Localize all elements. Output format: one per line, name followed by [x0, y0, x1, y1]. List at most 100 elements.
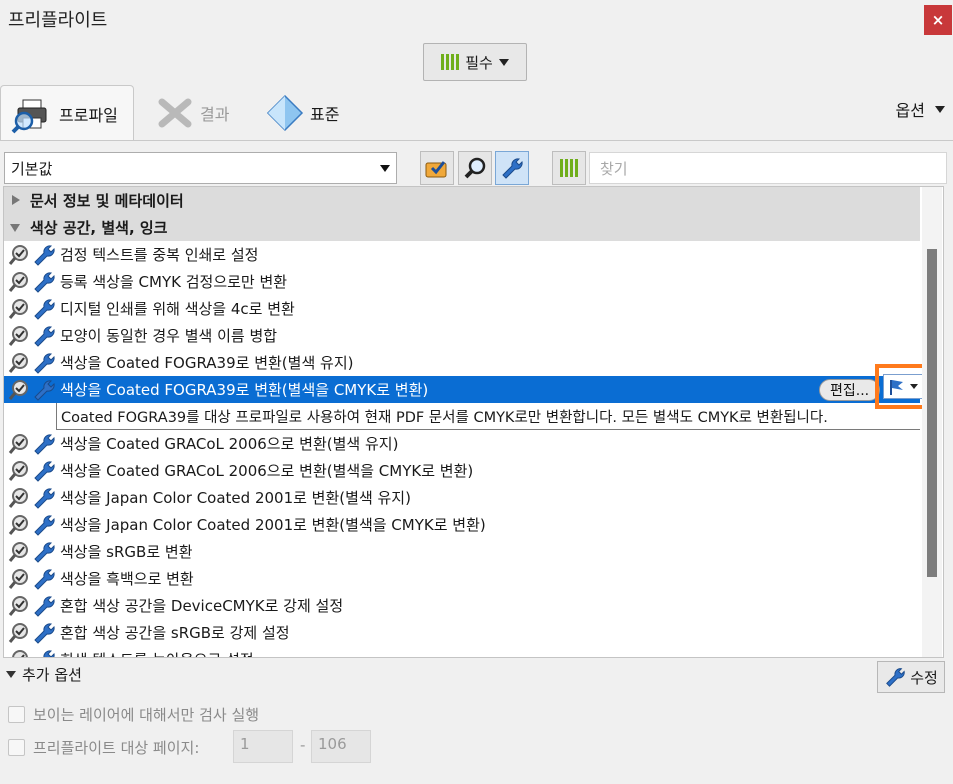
row-icons — [4, 324, 60, 348]
range-dash: - — [300, 736, 306, 754]
check-magnifier-icon — [8, 379, 28, 400]
check-magnifier-icon — [8, 595, 28, 616]
row-label: 색상을 sRGB로 변환 — [60, 543, 193, 561]
printer-magnifier-icon — [11, 99, 47, 133]
show-checks-button[interactable] — [458, 151, 492, 185]
list-item[interactable]: 혼합 색상 공간을 sRGB로 강제 설정 — [4, 619, 920, 646]
show-fixups-button[interactable] — [495, 151, 529, 185]
profile-select-value: 기본값 — [11, 160, 53, 178]
row-icons — [4, 648, 60, 657]
edit-button[interactable]: 편집... — [819, 379, 881, 401]
row-label: 디지털 인쇄를 위해 색상을 4c로 변환 — [60, 300, 295, 318]
row-label: 혼합 색상 공간을 DeviceCMYK로 강제 설정 — [60, 597, 344, 615]
row-icons — [4, 567, 60, 591]
chevron-down-icon — [935, 105, 945, 113]
fixup-list: 문서 정보 및 메타데이터 색상 공간, 별색, 잉크 검정 텍스트를 중복 인… — [3, 186, 944, 658]
list-item[interactable]: 색상을 Coated GRACoL 2006으로 변환(별색을 CMYK로 변환… — [4, 457, 920, 484]
list-item[interactable]: 모양이 동일한 경우 별색 이름 병합 — [4, 322, 920, 349]
wrench-icon — [34, 352, 55, 374]
fix-button[interactable]: 수정 — [877, 661, 945, 693]
check-magnifier-icon — [8, 568, 28, 589]
wrench-icon — [34, 271, 55, 293]
chevron-down-icon — [380, 165, 390, 172]
page-from-input[interactable]: 1 — [233, 730, 293, 763]
wrench-icon — [34, 325, 55, 347]
group-document-info[interactable]: 문서 정보 및 메타데이터 — [4, 187, 920, 214]
tab-profiles[interactable]: 프로파일 — [0, 85, 134, 141]
divider — [0, 140, 953, 141]
check-magnifier-icon — [8, 541, 28, 562]
list-item[interactable]: 디지털 인쇄를 위해 색상을 4c로 변환 — [4, 295, 920, 322]
row-label: 색상을 Coated GRACoL 2006으로 변환(별색 유지) — [60, 435, 399, 453]
list-item[interactable]: 색상을 sRGB로 변환 — [4, 538, 920, 565]
row-icons — [4, 270, 60, 294]
wrench-icon — [34, 460, 55, 482]
profile-library-select[interactable]: 기본값 — [4, 152, 397, 184]
scrollbar-thumb[interactable] — [927, 249, 937, 577]
row-icons — [4, 486, 60, 510]
row-icons — [4, 540, 60, 564]
group-color-spaces[interactable]: 색상 공간, 별색, 잉크 — [4, 214, 920, 241]
tab-standards[interactable]: 표준 — [256, 85, 349, 141]
list-item-selected[interactable]: 색상을 Coated FOGRA39로 변환(별색을 CMYK로 변환) 편집.… — [4, 364, 930, 409]
wrench-icon — [34, 541, 55, 563]
row-icons — [4, 432, 60, 456]
row-icons — [4, 378, 60, 402]
check-magnifier-icon — [8, 433, 28, 454]
visible-layers-option[interactable]: 보이는 레이어에 대해서만 검사 실행 — [8, 704, 259, 725]
options-label: 옵션 — [895, 101, 925, 120]
list-item[interactable]: 색상을 Japan Color Coated 2001로 변환(별색 유지) — [4, 484, 920, 511]
options-menu[interactable]: 옵션 — [896, 97, 945, 121]
close-button[interactable]: × — [924, 5, 952, 35]
library-bars-icon — [441, 54, 460, 70]
profile-toolbar: 기본값 찾기 — [0, 150, 953, 188]
wrench-icon — [34, 487, 55, 509]
more-options-toggle[interactable]: 추가 옵션 — [6, 664, 82, 685]
list-item[interactable]: 색상을 Japan Color Coated 2001로 변환(별색을 CMYK… — [4, 511, 920, 538]
folder-check-icon — [425, 161, 447, 178]
library-bars-icon — [560, 159, 578, 177]
row-label: 색상을 Coated FOGRA39로 변환(별색 유지) — [60, 354, 354, 372]
list-item[interactable]: 색상을 Coated FOGRA39로 변환(별색 유지) — [4, 349, 920, 376]
wrench-icon — [502, 158, 523, 179]
list-item[interactable]: 등록 색상을 CMYK 검정으로만 변환 — [4, 268, 920, 295]
wrench-icon — [886, 668, 905, 687]
wrench-icon — [34, 244, 55, 266]
visible-layers-checkbox[interactable] — [8, 706, 25, 723]
check-magnifier-icon — [8, 487, 28, 508]
check-magnifier-icon — [8, 244, 28, 265]
search-input[interactable]: 찾기 — [589, 152, 947, 184]
essentials-dropdown[interactable]: 필수 — [423, 43, 527, 81]
check-magnifier-icon — [8, 460, 28, 481]
list-item[interactable]: 색상을 흑백으로 변환 — [4, 565, 920, 592]
list-item[interactable]: 희색 텍스트를 녹아웃으로 설정 — [4, 646, 920, 657]
list-item[interactable]: 검정 텍스트를 중복 인쇄로 설정 — [4, 241, 920, 268]
select-by-icon-button[interactable] — [420, 151, 454, 185]
group-label: 색상 공간, 별색, 잉크 — [30, 219, 168, 237]
tab-standards-label: 표준 — [310, 105, 340, 124]
tab-bar: 프로파일 결과 표준 옵션 — [0, 85, 953, 141]
list-item[interactable]: 색상을 Coated GRACoL 2006으로 변환(별색 유지) — [4, 430, 920, 457]
diamond-icon — [266, 94, 304, 132]
page-to-input[interactable]: 106 — [311, 730, 371, 763]
list-item[interactable]: 혼합 색상 공간을 DeviceCMYK로 강제 설정 — [4, 592, 920, 619]
more-options-label: 추가 옵션 — [22, 666, 82, 684]
row-icons — [4, 351, 60, 375]
page-range-checkbox[interactable] — [8, 739, 25, 756]
description-text: Coated FOGRA39를 대상 프로파일로 사용하여 현재 PDF 문서를… — [61, 409, 828, 426]
wrench-icon — [34, 595, 55, 617]
check-magnifier-icon — [8, 325, 28, 346]
check-magnifier-icon — [8, 298, 28, 319]
page-range-option[interactable]: 프리플라이트 대상 페이지: — [8, 737, 199, 758]
tab-results[interactable]: 결과 — [146, 85, 239, 141]
library-button[interactable] — [552, 151, 586, 185]
wrench-icon — [34, 379, 55, 401]
results-x-icon — [158, 98, 192, 128]
list-scrollbar[interactable] — [922, 187, 942, 657]
row-icons — [4, 621, 60, 645]
row-label: 등록 색상을 CMYK 검정으로만 변환 — [60, 273, 288, 291]
wrench-icon — [34, 298, 55, 320]
fix-flag-dropdown[interactable] — [882, 374, 923, 399]
flag-icon — [889, 379, 903, 395]
window-title: 프리플라이트 — [8, 10, 108, 31]
